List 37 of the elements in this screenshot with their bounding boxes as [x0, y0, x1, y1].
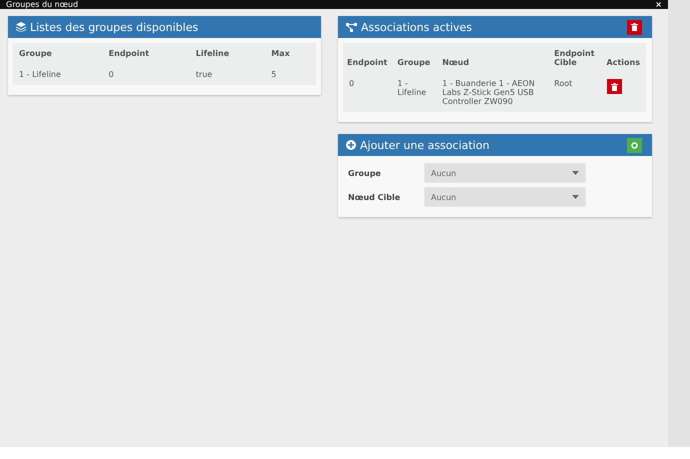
delete-button[interactable] [606, 79, 622, 94]
select-field[interactable]: Aucun [424, 163, 586, 183]
plus-circle-icon [346, 140, 356, 150]
table-cell: 1 - Buanderie 1 - AEON Labs Z-Stick Gen5 USB Controller ZW090 [436, 73, 548, 112]
table-cell: 1 - Lifeline [391, 73, 436, 112]
field-label: Groupe [348, 168, 382, 178]
column-header: Endpoint Cible [548, 43, 601, 73]
add-button[interactable] [627, 138, 642, 152]
column-header: Endpoint [343, 43, 392, 73]
panel-title: Ajouter une association [360, 138, 490, 152]
table-cell: 1 - Lifeline [13, 64, 103, 85]
column-header: Nœud [436, 43, 548, 73]
circle-icon [631, 142, 638, 148]
field-label: Nœud Cible [348, 192, 402, 202]
column-header: Lifeline [190, 43, 266, 64]
caret-icon [572, 195, 579, 199]
trash-icon [631, 23, 638, 31]
table-cell: 0 [343, 73, 392, 112]
table-cell: 0 [102, 64, 190, 85]
window-title: Groupes du nœud [6, 1, 78, 9]
select-field[interactable]: Aucun [424, 187, 586, 207]
column-header: Groupe [391, 43, 436, 73]
layers-icon [16, 22, 26, 32]
caret-icon [572, 171, 579, 175]
table-cell: true [190, 64, 266, 85]
panel-title: Listes des groupes disponibles [30, 20, 198, 34]
table-cell: 5 [265, 64, 316, 85]
delete-all-button[interactable] [627, 20, 642, 34]
column-header: Groupe [13, 43, 103, 64]
table-cell: Root [548, 73, 601, 112]
trash-icon [610, 82, 618, 90]
panel-title: Associations actives [361, 20, 472, 34]
close-button[interactable]: × [655, 1, 662, 9]
network-icon [346, 22, 357, 32]
column-header: Endpoint [102, 43, 190, 64]
column-header: Max [265, 43, 316, 64]
column-header: Actions [600, 43, 646, 73]
